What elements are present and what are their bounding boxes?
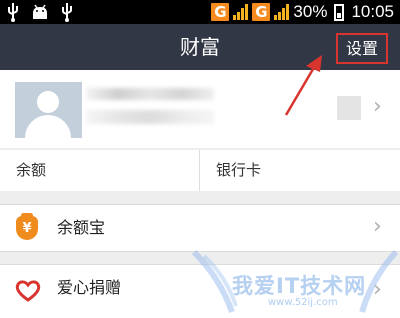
annotation-arrow xyxy=(284,55,322,116)
